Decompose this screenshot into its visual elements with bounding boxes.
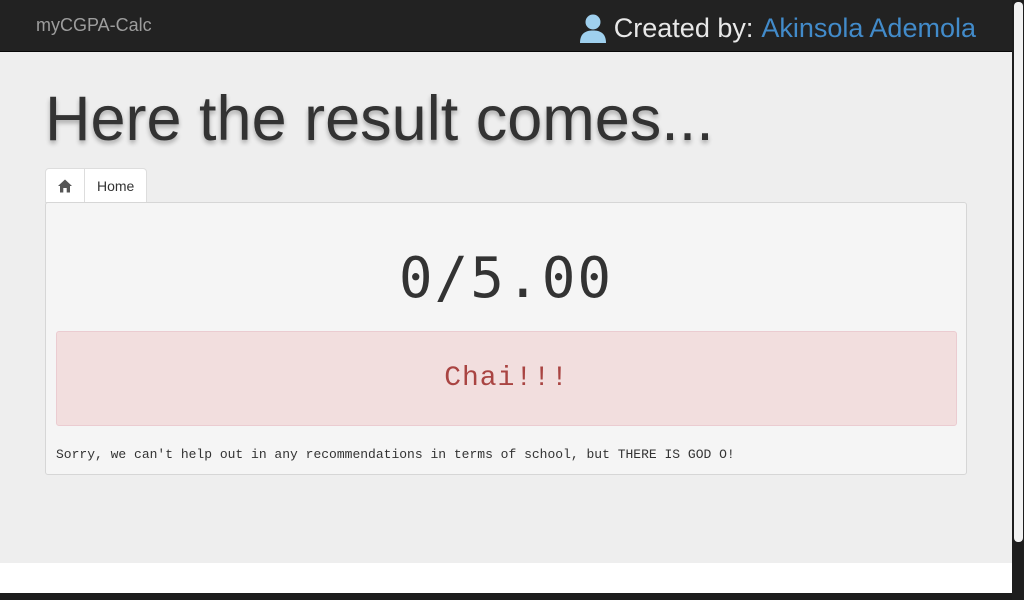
author-link[interactable]: Akinsola Ademola (761, 13, 976, 44)
navbar: myCGPA-Calc Created by: Akinsola Ademola (0, 0, 1012, 52)
brand-link[interactable]: myCGPA-Calc (36, 15, 152, 36)
tab-home[interactable]: Home (85, 168, 148, 203)
browser-viewport: myCGPA-Calc Created by: Akinsola Ademola… (0, 0, 1012, 593)
home-icon (58, 179, 72, 192)
alert-box: Chai!!! (56, 331, 957, 426)
cgpa-score: 0/5.00 (398, 246, 614, 311)
result-panel: 0/5.00 Chai!!! Sorry, we can't help out … (45, 202, 967, 475)
scrollbar-thumb[interactable] (1014, 2, 1023, 542)
created-by: Created by: Akinsola Ademola (578, 10, 976, 46)
alert-text: Chai!!! (444, 363, 569, 394)
tab-home-icon[interactable] (45, 168, 85, 203)
scrollbar[interactable] (1012, 0, 1024, 600)
page-footer-area (0, 563, 1012, 593)
breadcrumb-tabs: Home (45, 168, 148, 203)
user-icon (579, 14, 606, 43)
main-content: Here the result comes... Home 0/5.00 Cha… (0, 52, 1012, 563)
recommendation-note: Sorry, we can't help out in any recommen… (56, 447, 735, 462)
created-by-label: Created by: (613, 12, 754, 43)
page-title: Here the result comes... (45, 84, 714, 154)
